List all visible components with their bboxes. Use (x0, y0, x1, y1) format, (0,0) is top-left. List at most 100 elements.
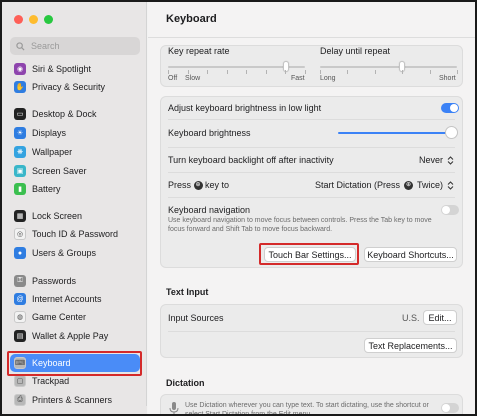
sidebar-item-label: Passwords (32, 276, 77, 286)
backlight-off-label: Turn keyboard backlight off after inacti… (168, 155, 334, 165)
text-input-title: Text Input (166, 287, 209, 297)
brightness-knob[interactable] (445, 126, 458, 139)
title-divider (148, 37, 475, 38)
backlight-off-popup[interactable]: Never (419, 155, 454, 165)
delay-short-label: Short (439, 75, 456, 82)
trackpad-icon: ▢ (14, 375, 26, 387)
sidebar-item-label: Internet Accounts (32, 294, 102, 304)
press-key-popup[interactable]: Start Dictation (Press ⊕ Twice) (315, 180, 454, 190)
globe-icon: ⊕ (193, 181, 203, 191)
brightness-track[interactable] (338, 132, 452, 134)
sidebar-bottom-edge (2, 406, 147, 414)
search-placeholder: Search (31, 41, 60, 51)
key-repeat-tick (265, 70, 267, 74)
sidebar-item-label: Game Center (32, 312, 87, 322)
sidebar-item-privacy-security[interactable]: ✋ Privacy & Security (10, 78, 140, 96)
sidebar-item-wallet-apple-pay[interactable]: ▤ Wallet & Apple Pay (10, 327, 140, 345)
zoom-window-button[interactable] (44, 15, 53, 24)
users-icon: ● (14, 247, 26, 259)
wallet-icon: ▤ (14, 330, 26, 342)
edit-input-sources-button[interactable]: Edit... (423, 310, 457, 325)
key-repeat-off-label: Off (168, 75, 178, 82)
minimize-window-button[interactable] (29, 15, 38, 24)
sidebar-item-wallpaper[interactable]: ❋ Wallpaper (10, 143, 140, 161)
sidebar-item-lock-screen[interactable]: ▦ Lock Screen (10, 207, 140, 225)
sidebar-item-label: Siri & Spotlight (32, 64, 92, 74)
delay-repeat-tick (374, 70, 376, 74)
chevron-updown-icon (447, 155, 454, 165)
sidebar-item-label: Privacy & Security (32, 82, 106, 92)
sidebar-item-touch-id-password[interactable]: ◎ Touch ID & Password (10, 225, 140, 243)
sidebar-item-label: Displays (32, 128, 67, 138)
battery-icon: ▮ (14, 183, 26, 195)
sidebar-item-battery[interactable]: ▮ Battery (10, 180, 140, 198)
delay-repeat-tick (347, 70, 349, 74)
window-controls (14, 15, 53, 24)
press-key-pre: Press (168, 180, 192, 190)
chevron-updown-icon (447, 180, 454, 190)
key-repeat-tick (285, 70, 287, 74)
at-icon: @ (14, 293, 26, 305)
key-repeat-tick (246, 70, 248, 74)
sidebar-item-passwords[interactable]: ⚿ Passwords (10, 272, 140, 290)
adjust-brightness-label: Adjust keyboard brightness in low light (168, 103, 322, 113)
press-key-label: Press ⊕ key to (168, 180, 230, 191)
repeat-card: Key repeat rate Delay until repeat Off S… (160, 45, 463, 87)
backlight-off-value: Never (419, 155, 444, 165)
sidebar-item-label: Users & Groups (32, 248, 97, 258)
touch-bar-highlight (259, 243, 359, 265)
sidebar-item-game-center[interactable]: ◍ Game Center (10, 308, 140, 326)
adjust-brightness-toggle[interactable] (441, 103, 459, 113)
sidebar-item-label: Printers & Scanners (32, 395, 113, 405)
press-key-value-post: Twice) (417, 180, 444, 190)
dictation-help: Use Dictation wherever you can type text… (185, 402, 429, 416)
dictation-title: Dictation (166, 378, 205, 388)
delay-repeat-tick (429, 70, 431, 74)
sidebar-item-label: Battery (32, 184, 61, 194)
search-icon (16, 41, 25, 51)
sidebar-item-desktop-dock[interactable]: ▭ Desktop & Dock (10, 105, 140, 123)
press-key-value-pre: Start Dictation (Press (315, 180, 401, 190)
sidebar-item-label: Wallpaper (32, 147, 73, 157)
key-repeat-tick (305, 70, 306, 74)
text-replacements-button[interactable]: Text Replacements... (364, 338, 457, 353)
key-repeat-fast-label: Fast (291, 75, 305, 82)
sidebar-item-users-groups[interactable]: ● Users & Groups (10, 244, 140, 262)
siri-icon: ◉ (14, 63, 26, 75)
sidebar-item-internet-accounts[interactable]: @ Internet Accounts (10, 290, 140, 308)
key-repeat-label: Key repeat rate (168, 46, 230, 56)
keyboard-settings-card: Adjust keyboard brightness in low light … (160, 96, 463, 268)
press-key-post: key to (205, 180, 230, 190)
dictation-toggle[interactable] (441, 403, 459, 413)
keyboard-shortcuts-button[interactable]: Keyboard Shortcuts... (364, 247, 457, 262)
sidebar-item-displays[interactable]: ☀ Displays (10, 124, 140, 142)
delay-repeat-track[interactable] (320, 66, 457, 68)
sidebar-item-screen-saver[interactable]: ▣ Screen Saver (10, 162, 140, 180)
key-repeat-slow-label: Slow (185, 75, 201, 82)
sidebar: Search ◉ Siri & Spotlight ✋ Privacy & Secur… (2, 2, 147, 414)
microphone-icon (169, 402, 179, 414)
wallpaper-icon: ❋ (14, 146, 26, 158)
screensaver-icon: ▣ (14, 165, 26, 177)
keyboard-navigation-label: Keyboard navigation (168, 205, 251, 215)
delay-long-label: Long (320, 75, 336, 82)
display-icon: ☀ (14, 127, 26, 139)
sidebar-item-siri-spotlight[interactable]: ◉ Siri & Spotlight (10, 60, 140, 78)
key-icon: ⚿ (14, 275, 26, 287)
sidebar-item-label: Trackpad (32, 376, 70, 386)
dock-icon: ▭ (14, 108, 26, 120)
sidebar-item-label: Screen Saver (32, 166, 87, 176)
close-window-button[interactable] (14, 15, 23, 24)
text-input-card: Input Sources U.S. Edit... Text Replacem… (160, 304, 463, 358)
sidebar-item-label: Touch ID & Password (32, 229, 119, 239)
keyboard-navigation-toggle[interactable] (441, 205, 459, 215)
key-repeat-tick (187, 70, 189, 74)
delay-repeat-tick (320, 70, 321, 74)
search-field[interactable]: Search (10, 37, 140, 55)
key-repeat-tick (207, 70, 209, 74)
main-pane: Keyboard Key repeat rate Delay until rep… (148, 2, 475, 414)
sidebar-item-label: Lock Screen (32, 211, 83, 221)
fingerprint-icon: ◎ (14, 228, 26, 240)
lock-icon: ▦ (14, 210, 26, 222)
sidebar-item-label: Wallet & Apple Pay (32, 331, 109, 341)
